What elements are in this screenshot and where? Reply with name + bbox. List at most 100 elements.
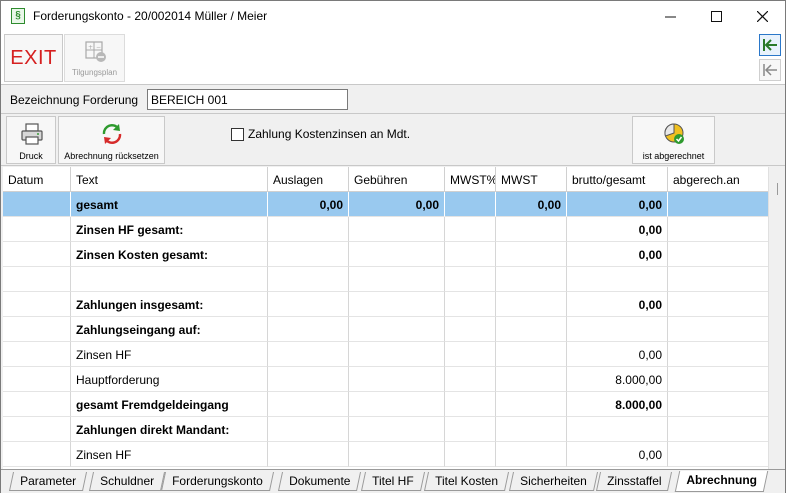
table-row[interactable]: Zinsen HF gesamt: 0,00 bbox=[3, 217, 769, 242]
table-cell[interactable] bbox=[496, 317, 567, 342]
table-row[interactable] bbox=[3, 267, 769, 292]
table-cell[interactable] bbox=[349, 342, 445, 367]
table-cell[interactable] bbox=[496, 392, 567, 417]
table-cell[interactable]: 8.000,00 bbox=[567, 367, 668, 392]
tilgungsplan-button[interactable]: + − Tilgungsplan bbox=[64, 34, 125, 82]
table-cell[interactable] bbox=[3, 242, 71, 267]
table-row[interactable]: gesamt Fremdgeldeingang 8.000,00 bbox=[3, 392, 769, 417]
table-cell[interactable] bbox=[445, 192, 496, 217]
table-cell[interactable] bbox=[668, 267, 769, 292]
vertical-scrollbar[interactable] bbox=[768, 167, 785, 469]
col-header-text[interactable]: Text bbox=[71, 167, 268, 192]
table-cell[interactable] bbox=[3, 392, 71, 417]
table-row[interactable]: gesamt 0,00 0,00 0,00 0,00 bbox=[3, 192, 769, 217]
tab-titel-hf[interactable]: Titel HF bbox=[360, 472, 425, 491]
table-cell[interactable] bbox=[3, 292, 71, 317]
col-header-datum[interactable]: Datum bbox=[3, 167, 71, 192]
table-cell[interactable] bbox=[268, 217, 349, 242]
table-cell[interactable] bbox=[445, 342, 496, 367]
table-cell[interactable] bbox=[445, 417, 496, 442]
table-cell[interactable]: 0,00 bbox=[349, 192, 445, 217]
col-header-gebuehren[interactable]: Gebühren bbox=[349, 167, 445, 192]
table-cell[interactable] bbox=[268, 292, 349, 317]
table-row[interactable]: Zinsen HF 0,00 bbox=[3, 342, 769, 367]
table-cell[interactable]: Zinsen HF bbox=[71, 442, 268, 467]
close-button[interactable] bbox=[739, 1, 785, 31]
table-cell[interactable] bbox=[268, 267, 349, 292]
col-header-brutto[interactable]: brutto/gesamt bbox=[567, 167, 668, 192]
table-row[interactable]: Zinsen HF 0,00 bbox=[3, 442, 769, 467]
table-cell[interactable] bbox=[496, 267, 567, 292]
col-header-mwst[interactable]: MWST bbox=[496, 167, 567, 192]
table-cell[interactable] bbox=[349, 292, 445, 317]
maximize-button[interactable] bbox=[693, 1, 739, 31]
table-cell[interactable]: Zahlungen direkt Mandant: bbox=[71, 417, 268, 442]
col-header-auslagen[interactable]: Auslagen bbox=[268, 167, 349, 192]
minimize-button[interactable] bbox=[647, 1, 693, 31]
table-cell[interactable]: Zahlungseingang auf: bbox=[71, 317, 268, 342]
table-cell[interactable] bbox=[668, 367, 769, 392]
table-cell[interactable] bbox=[3, 267, 71, 292]
table-cell[interactable]: gesamt Fremdgeldeingang bbox=[71, 392, 268, 417]
table-cell[interactable] bbox=[496, 442, 567, 467]
ist-abgerechnet-button[interactable]: ist abgerechnet bbox=[632, 116, 715, 164]
table-cell[interactable] bbox=[349, 442, 445, 467]
table-cell[interactable] bbox=[268, 417, 349, 442]
table-cell[interactable] bbox=[349, 217, 445, 242]
tab-zinsstaffel[interactable]: Zinsstaffel bbox=[595, 472, 673, 491]
table-cell[interactable]: 0,00 bbox=[567, 342, 668, 367]
table-cell[interactable] bbox=[668, 292, 769, 317]
table-cell[interactable] bbox=[445, 267, 496, 292]
table-cell[interactable] bbox=[668, 217, 769, 242]
table-cell[interactable]: gesamt bbox=[71, 192, 268, 217]
table-cell[interactable] bbox=[668, 192, 769, 217]
table-row[interactable]: Zahlungen direkt Mandant: bbox=[3, 417, 769, 442]
scroll-thumb[interactable] bbox=[777, 183, 778, 195]
table-cell[interactable] bbox=[567, 267, 668, 292]
table-cell[interactable] bbox=[496, 217, 567, 242]
table-cell[interactable] bbox=[668, 242, 769, 267]
exit-button[interactable]: EXIT bbox=[4, 34, 63, 82]
table-cell[interactable]: Zahlungen insgesamt: bbox=[71, 292, 268, 317]
table-cell[interactable] bbox=[445, 442, 496, 467]
table-cell[interactable] bbox=[268, 442, 349, 467]
table-cell[interactable] bbox=[668, 317, 769, 342]
table-cell[interactable]: 0,00 bbox=[567, 217, 668, 242]
druck-button[interactable]: Druck bbox=[6, 116, 56, 164]
table-cell[interactable]: Zinsen Kosten gesamt: bbox=[71, 242, 268, 267]
table-cell[interactable] bbox=[3, 367, 71, 392]
nav-first-button[interactable] bbox=[759, 34, 781, 56]
table-cell[interactable] bbox=[445, 292, 496, 317]
table-cell[interactable]: 0,00 bbox=[496, 192, 567, 217]
tab-schuldner[interactable]: Schuldner bbox=[88, 472, 166, 491]
table-cell[interactable] bbox=[668, 392, 769, 417]
table-cell[interactable]: 0,00 bbox=[567, 442, 668, 467]
table-cell[interactable] bbox=[3, 317, 71, 342]
tab-sicherheiten[interactable]: Sicherheiten bbox=[508, 472, 598, 491]
table-cell[interactable] bbox=[496, 367, 567, 392]
kostenzinsen-checkbox[interactable] bbox=[231, 127, 244, 141]
table-cell[interactable] bbox=[445, 242, 496, 267]
table-row[interactable]: Hauptforderung 8.000,00 bbox=[3, 367, 769, 392]
nav-back-button[interactable] bbox=[759, 59, 781, 81]
abrechnung-ruecksetzen-button[interactable]: Abrechnung rücksetzen bbox=[58, 116, 165, 164]
table-cell[interactable]: 0,00 bbox=[567, 292, 668, 317]
table-cell[interactable] bbox=[496, 292, 567, 317]
table-cell[interactable] bbox=[3, 442, 71, 467]
table-cell[interactable]: 8.000,00 bbox=[567, 392, 668, 417]
table-cell[interactable] bbox=[668, 417, 769, 442]
table-cell[interactable] bbox=[268, 392, 349, 417]
table-cell[interactable] bbox=[268, 367, 349, 392]
table-cell[interactable]: 0,00 bbox=[567, 242, 668, 267]
bezeichnung-input[interactable] bbox=[147, 89, 348, 110]
table-cell[interactable] bbox=[445, 392, 496, 417]
table-cell[interactable] bbox=[567, 417, 668, 442]
table-cell[interactable] bbox=[496, 342, 567, 367]
table-row[interactable]: Zinsen Kosten gesamt: 0,00 bbox=[3, 242, 769, 267]
col-header-abgerech[interactable]: abgerech.an bbox=[668, 167, 769, 192]
table-cell[interactable]: 0,00 bbox=[268, 192, 349, 217]
table-cell[interactable] bbox=[349, 317, 445, 342]
table-row[interactable]: Zahlungen insgesamt: 0,00 bbox=[3, 292, 769, 317]
table-cell[interactable] bbox=[349, 392, 445, 417]
table-cell[interactable] bbox=[445, 217, 496, 242]
